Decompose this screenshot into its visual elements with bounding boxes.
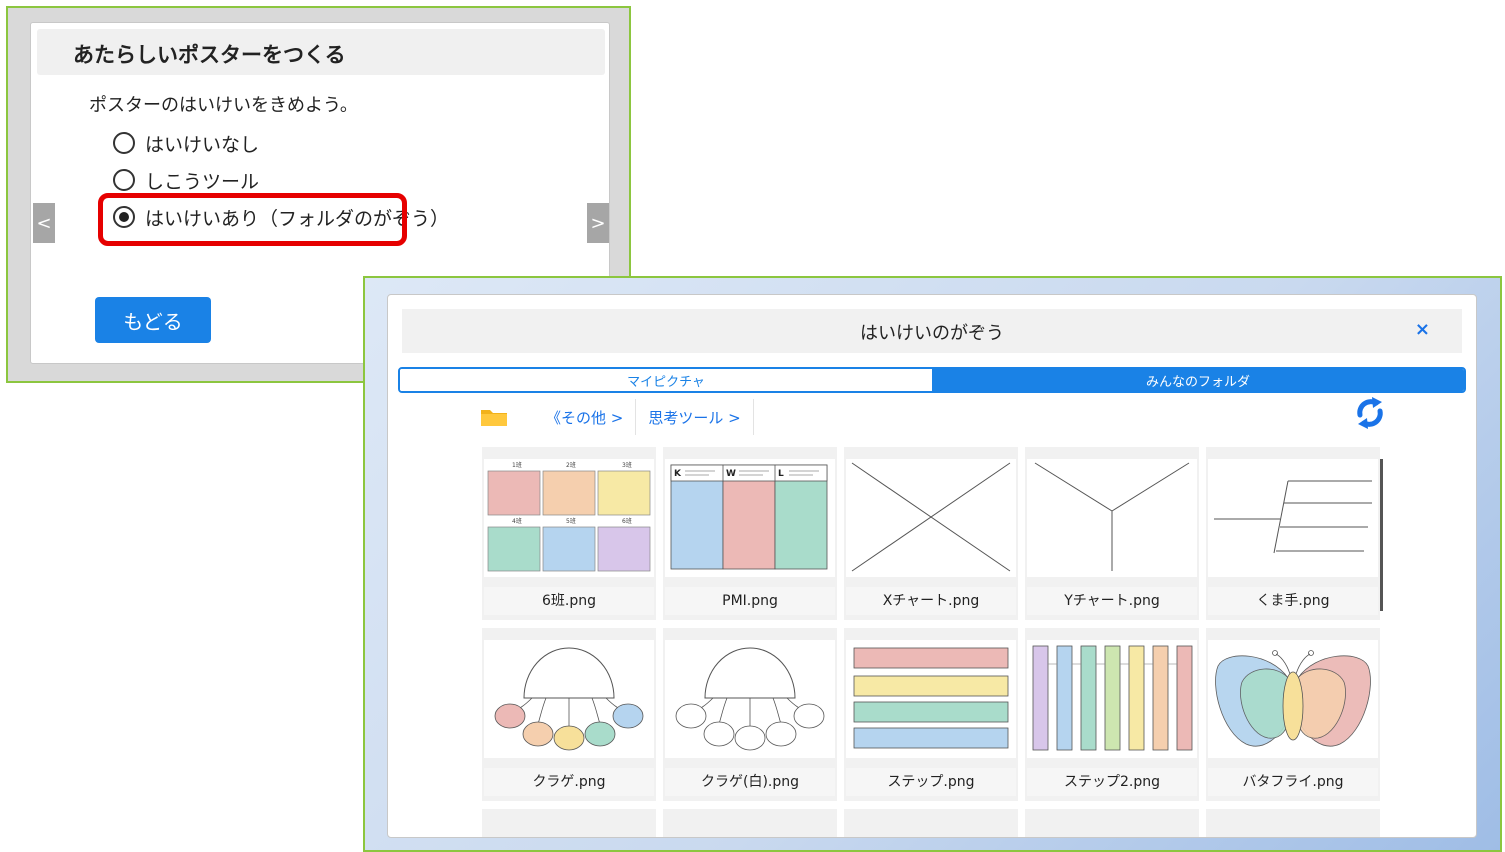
svg-text:L: L [778, 469, 784, 479]
folder-tab-bar: マイピクチャ みんなのフォルダ [398, 367, 1466, 393]
breadcrumb-item-other[interactable]: 《その他 > [534, 399, 637, 435]
radio-option-label: しこうツール [145, 170, 260, 193]
tab-my-pictures[interactable]: マイピクチャ [400, 369, 932, 391]
image-name: クラゲ.png [484, 768, 654, 796]
back-button[interactable]: もどる [95, 297, 211, 343]
background-image-window: はいけいのがぞう × マイピクチャ みんなのフォルダ 《その他 > 思考ツール … [363, 276, 1502, 852]
red-highlight-frame [98, 193, 407, 246]
svg-text:3班: 3班 [622, 461, 632, 469]
image-name: バタフライ.png [1208, 768, 1378, 796]
image-name: PMI.png [665, 587, 835, 615]
image-card[interactable]: K W L PMI.png [663, 447, 837, 620]
next-page-button[interactable]: > [587, 203, 609, 243]
radio-option-thinking-tool[interactable]: しこうツール [113, 166, 259, 194]
background-image-dialog: はいけいのがぞう × マイピクチャ みんなのフォルダ 《その他 > 思考ツール … [387, 294, 1477, 838]
image-card[interactable] [663, 809, 837, 837]
prev-page-button[interactable]: < [33, 203, 55, 243]
image-card[interactable]: ステップ2.png [1025, 628, 1199, 801]
radio-option-no-background[interactable]: はいけいなし [113, 129, 259, 157]
image-name: Xチャート.png [846, 587, 1016, 615]
dialog-header: あたらしいポスターをつくる [37, 29, 605, 75]
image-card[interactable]: クラゲ(白).png [663, 628, 837, 801]
svg-text:4班: 4班 [512, 517, 522, 525]
breadcrumb-item-thinking-tool[interactable]: 思考ツール > [636, 399, 754, 435]
steps-thumbnail-icon [846, 640, 1016, 758]
folder-icon[interactable] [480, 407, 508, 427]
image-card[interactable]: くま手.png [1206, 447, 1380, 620]
svg-text:W: W [726, 469, 736, 479]
grid-6-thumbnail-icon: 1班 2班 3班 4班 5班 6班 [484, 459, 654, 577]
image-name: くま手.png [1208, 587, 1378, 615]
kwl-chart-thumbnail-icon: KWL [665, 459, 835, 577]
breadcrumb: 《その他 > 思考ツール > [480, 399, 754, 435]
svg-text:5班: 5班 [566, 517, 576, 525]
y-chart-thumbnail-icon [1027, 459, 1197, 577]
image-card[interactable]: 1班 2班 3班 4班 5班 6班 6班.png [482, 447, 656, 620]
refresh-icon[interactable] [1352, 395, 1388, 431]
image-name: ステップ.png [846, 768, 1016, 796]
image-card[interactable]: ステップ.png [844, 628, 1018, 801]
image-card[interactable]: クラゲ.png [482, 628, 656, 801]
image-card[interactable] [1206, 809, 1380, 837]
background-question: ポスターのはいけいをきめよう。 [89, 95, 358, 116]
image-card[interactable]: バタフライ.png [1206, 628, 1380, 801]
steps2-thumbnail-icon [1027, 640, 1197, 758]
image-name: ステップ2.png [1027, 768, 1197, 796]
image-name: 6班.png [484, 587, 654, 615]
image-card[interactable] [482, 809, 656, 837]
image-grid: 1班 2班 3班 4班 5班 6班 6班.png K W L PMI.png X… [482, 447, 1382, 837]
image-card[interactable]: Xチャート.png [844, 447, 1018, 620]
image-name: クラゲ(白).png [665, 768, 835, 796]
butterfly-thumbnail-icon [1208, 640, 1378, 758]
image-card[interactable] [844, 809, 1018, 837]
jellyfish-color-thumbnail-icon [484, 640, 654, 758]
radio-button-icon[interactable] [113, 132, 135, 154]
x-chart-thumbnail-icon [846, 459, 1016, 577]
close-icon[interactable]: × [1415, 319, 1430, 340]
radio-option-label: はいけいなし [145, 133, 260, 156]
radio-button-icon[interactable] [113, 169, 135, 191]
image-name: Yチャート.png [1027, 587, 1197, 615]
dialog-title: あたらしいポスターをつくる [73, 43, 346, 67]
dialog-title: はいけいのがぞう [860, 323, 1004, 344]
image-card[interactable]: Yチャート.png [1025, 447, 1199, 620]
svg-text:1班: 1班 [512, 461, 522, 469]
svg-text:6班: 6班 [622, 517, 632, 525]
jellyfish-white-thumbnail-icon [665, 640, 835, 758]
rake-chart-thumbnail-icon [1208, 459, 1378, 577]
image-card[interactable] [1025, 809, 1199, 837]
tab-shared-folder[interactable]: みんなのフォルダ [932, 369, 1464, 391]
dialog-header: はいけいのがぞう × [402, 309, 1462, 353]
grid-scrollbar[interactable] [1380, 459, 1383, 611]
svg-text:K: K [674, 469, 682, 479]
svg-text:2班: 2班 [566, 461, 576, 469]
